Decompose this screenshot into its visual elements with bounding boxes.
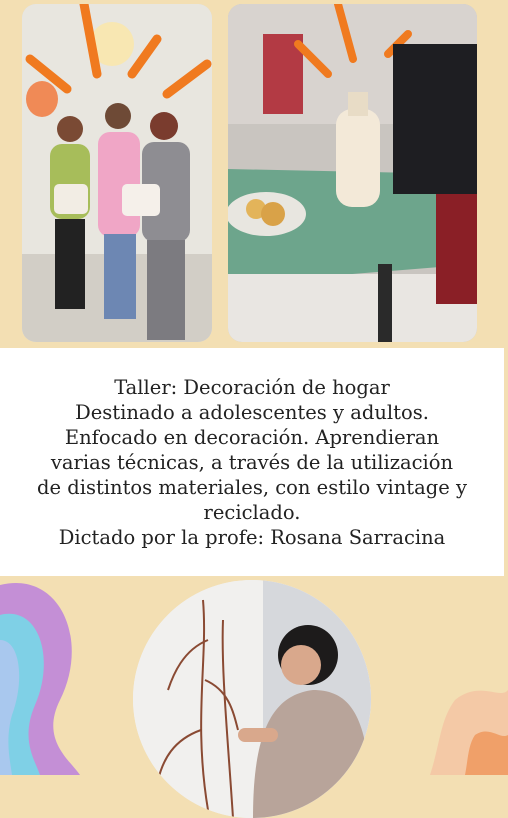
caption-line-focus: Enfocado en decoración. Aprendieran xyxy=(64,425,440,449)
photo-decorated-bottle xyxy=(228,4,477,342)
caption-line-teacher: Dictado por la profe: Rosana Sarracina xyxy=(58,525,446,549)
caption-line-recycled: reciclado. xyxy=(203,500,301,524)
photo-women-with-boxes xyxy=(22,4,212,342)
caption-line-materials: de distintos materiales, con estilo vint… xyxy=(37,475,467,499)
caption-line-audience: Destinado a adolescentes y adultos. xyxy=(75,400,429,424)
caption-box: Taller: Decoración de hogar Destinado a … xyxy=(0,348,504,576)
caption-line-title: Taller: Decoración de hogar xyxy=(114,375,390,399)
photo-woman-painting-mural xyxy=(133,580,371,818)
caption-line-techniques: varias técnicas, a través de la utilizac… xyxy=(50,450,454,474)
